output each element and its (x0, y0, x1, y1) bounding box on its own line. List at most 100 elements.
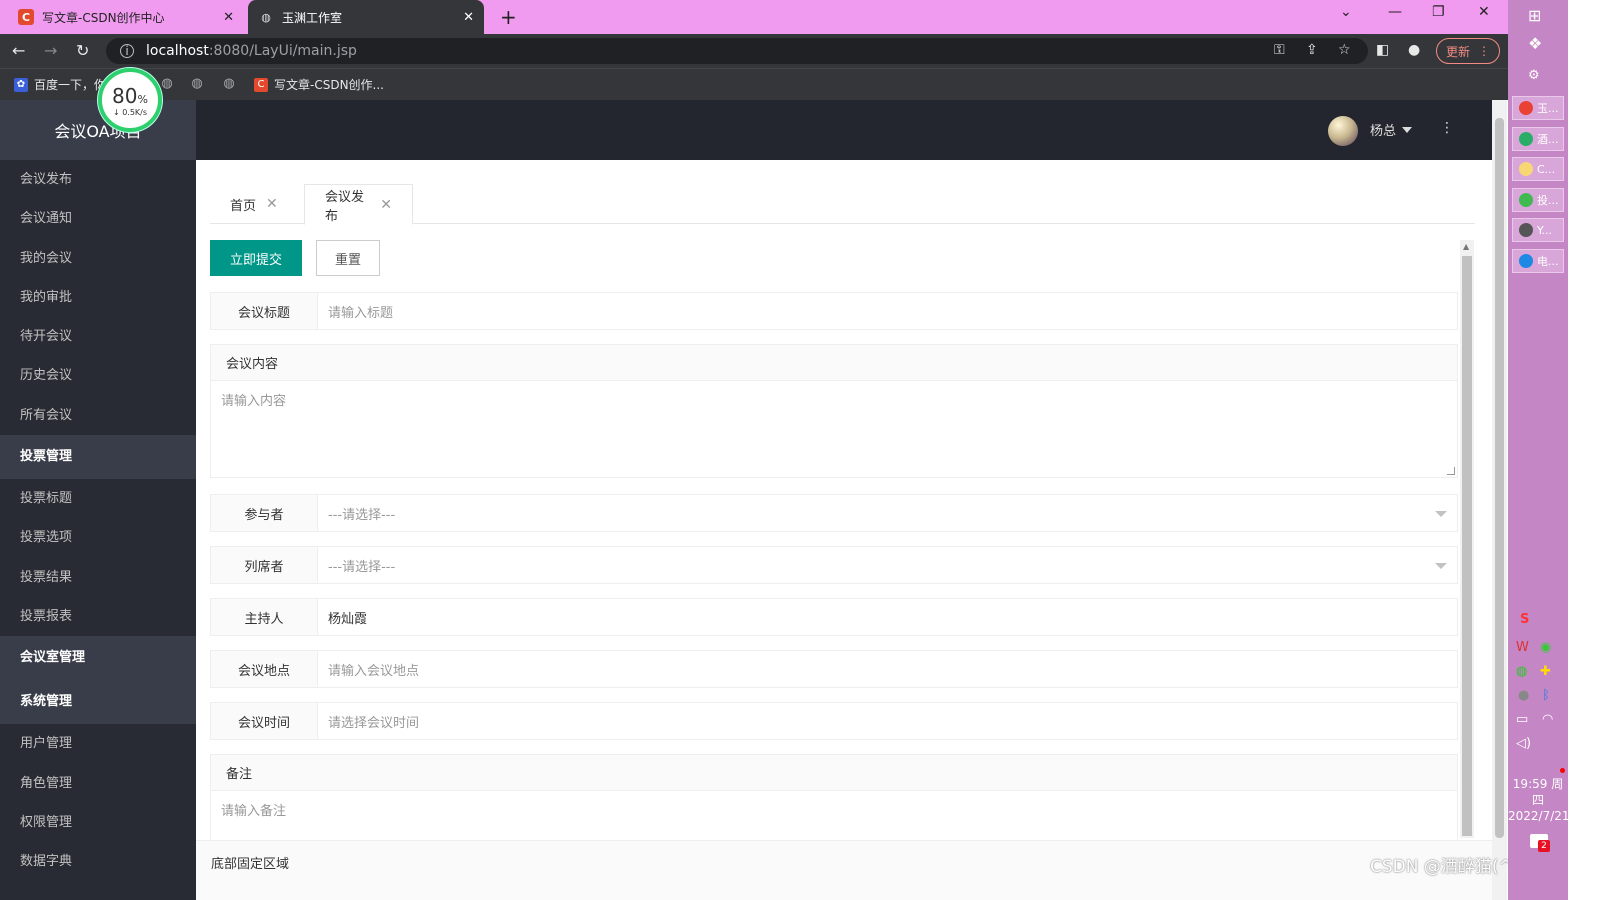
taskbar-task-label: 酒... (1537, 132, 1559, 146)
reset-button[interactable]: 重置 (316, 240, 380, 276)
sidebar-item[interactable]: 系统管理 (0, 680, 196, 725)
sidebar-item[interactable]: 投票结果 (0, 558, 196, 597)
sidebar-item[interactable]: 会议发布 (0, 160, 196, 199)
taskbar-task[interactable]: 电... (1512, 248, 1564, 273)
circle-tray-icon[interactable]: ● (1518, 688, 1529, 703)
title-input[interactable]: 请输入标题 (318, 293, 1457, 329)
close-icon[interactable]: ✕ (463, 10, 474, 25)
time-input[interactable]: 请选择会议时间 (318, 703, 1457, 739)
select-value: ---请选择--- (328, 507, 396, 523)
site-info-icon[interactable]: i (120, 44, 134, 58)
wifi-icon[interactable]: ◠ (1542, 712, 1553, 727)
more-vertical-icon[interactable]: ⋮ (1440, 120, 1454, 136)
meeting-form: 立即提交 重置 会议标题 请输入标题 会议内容 请输入内容 参与者 ---请选择… (210, 240, 1460, 840)
new-tab-plus-icon[interactable]: + (500, 5, 517, 29)
bookmark-star-icon[interactable]: ☆ (1338, 42, 1351, 58)
close-icon[interactable]: ✕ (380, 197, 392, 213)
taskbar-task-label: 玉... (1537, 102, 1559, 115)
bookmark-globe-1[interactable]: ◍ (160, 76, 174, 91)
close-icon[interactable]: ✕ (223, 10, 234, 25)
network-speed-badge[interactable]: 80% ↓ 0.5K/s (98, 68, 162, 132)
sidebar-item[interactable]: 待开会议 (0, 317, 196, 356)
address-bar[interactable]: i localhost:8080/LayUi/main.jsp (106, 38, 1368, 64)
taskbar-task[interactable]: 投... (1512, 187, 1564, 212)
remark-placeholder: 请输入备注 (221, 804, 287, 819)
host-input[interactable]: 杨灿霞 (318, 599, 1457, 635)
sidebar-item[interactable]: 我的会议 (0, 239, 196, 278)
taskview-icon[interactable]: ❖ (1528, 34, 1542, 53)
sidebar-item[interactable]: 我的审批 (0, 278, 196, 317)
taskbar-task[interactable]: Y... (1512, 218, 1564, 242)
tab-home[interactable]: 首页 ✕ (210, 184, 303, 224)
app-tray-icon[interactable]: ◉ (1540, 640, 1551, 655)
page-scrollbar[interactable] (1492, 100, 1507, 900)
sogou-ime-icon[interactable]: S (1520, 612, 1529, 627)
sync-icon[interactable]: ✚ (1540, 664, 1551, 679)
bookmark-globe-2[interactable]: ◍ (190, 76, 204, 91)
scroll-up-arrow-icon[interactable]: ▲ (1463, 242, 1469, 251)
wps-icon[interactable]: W (1516, 640, 1529, 655)
scrollbar-thumb[interactable] (1495, 118, 1504, 838)
system-clock[interactable]: 19:59 周四 2022/7/21 (1508, 776, 1570, 824)
main-content: 首页 ✕ 会议发布 ✕ 立即提交 重置 会议标题 请输入标题 会议内容 请输入内… (196, 160, 1492, 840)
browser-tab-active[interactable]: ◍ 玉渊工作室 ✕ (248, 0, 484, 34)
bookmark-globe-3[interactable]: ◍ (222, 76, 236, 91)
sidebar-item[interactable]: 用户管理 (0, 724, 196, 763)
profile-icon[interactable]: ● (1408, 42, 1420, 58)
share-icon[interactable]: ⇪ (1306, 42, 1318, 58)
footer-text: 底部固定区域 (211, 857, 290, 872)
taskbar-task[interactable]: 玉... (1512, 96, 1564, 120)
participants-select[interactable]: ---请选择--- (318, 495, 1457, 531)
field-label: 会议标题 (211, 293, 318, 329)
chrome-icon (1519, 101, 1533, 115)
back-arrow-icon[interactable]: ← (12, 41, 25, 60)
sidebar-item[interactable]: 所有会议 (0, 396, 196, 435)
browser-tab-csdn[interactable]: C 写文章-CSDN创作中心 ✕ (8, 0, 244, 34)
sidebar-item[interactable]: 投票报表 (0, 597, 196, 636)
sidebar-item[interactable]: 数据字典 (0, 842, 196, 881)
scrollbar-thumb[interactable] (1462, 256, 1472, 836)
key-icon[interactable]: ⚿ (1274, 42, 1285, 58)
forward-arrow-icon[interactable]: → (44, 41, 57, 60)
windows-start-icon[interactable]: ⊞ (1528, 6, 1541, 25)
sidebar-item[interactable]: 会议通知 (0, 199, 196, 238)
user-name: 杨总 (1370, 124, 1397, 139)
bluetooth-icon[interactable]: ᛒ (1542, 688, 1550, 703)
resize-handle-icon[interactable] (1447, 467, 1455, 475)
minimize-icon[interactable]: — (1388, 4, 1402, 20)
sidebar-item[interactable]: 投票标题 (0, 479, 196, 518)
battery-icon[interactable]: ▭ (1516, 712, 1528, 727)
content-textarea[interactable]: 请输入内容 (211, 381, 1457, 477)
volume-icon[interactable]: ◁) (1516, 736, 1531, 751)
update-button[interactable]: 更新 ⋮ (1436, 38, 1500, 64)
iframe-scrollbar[interactable]: ▲ (1460, 240, 1474, 838)
sidebar-item[interactable]: 投票管理 (0, 435, 196, 480)
wechat-icon[interactable]: ◍ (1516, 664, 1527, 679)
side-panel-icon[interactable]: ◧ (1376, 42, 1389, 58)
submit-button[interactable]: 立即提交 (210, 240, 302, 276)
location-input[interactable]: 请输入会议地点 (318, 651, 1457, 687)
browser-toolbar: ← → ↻ i localhost:8080/LayUi/main.jsp ⚿ … (0, 34, 1540, 68)
sidebar-item[interactable]: 角色管理 (0, 764, 196, 803)
taskbar-task[interactable]: C... (1512, 157, 1564, 181)
sidebar-item[interactable]: 历史会议 (0, 356, 196, 395)
user-menu[interactable]: 杨总 (1370, 120, 1413, 139)
tab-label: 会议发布 (325, 189, 365, 224)
tab-meeting-publish[interactable]: 会议发布 ✕ (304, 184, 413, 225)
sidebar-item[interactable]: 权限管理 (0, 803, 196, 842)
restore-icon[interactable]: ❐ (1432, 4, 1445, 20)
gear-icon[interactable]: ⚙ (1528, 68, 1540, 83)
avatar[interactable] (1328, 116, 1358, 146)
sidebar-item[interactable]: 投票选项 (0, 518, 196, 557)
remark-textarea[interactable]: 请输入备注 (211, 791, 1457, 840)
bookmark-baidu[interactable]: ✿ 百度一下，你 (14, 76, 106, 93)
notification-center-icon[interactable]: 2 (1530, 834, 1550, 852)
taskbar-task[interactable]: 酒... (1512, 126, 1564, 151)
sidebar-item[interactable]: 会议室管理 (0, 636, 196, 681)
reload-icon[interactable]: ↻ (76, 41, 89, 60)
attendees-select[interactable]: ---请选择--- (318, 547, 1457, 583)
tab-search-chevron-icon[interactable]: ⌄ (1340, 4, 1352, 20)
window-close-icon[interactable]: ✕ (1478, 4, 1490, 20)
close-icon[interactable]: ✕ (266, 196, 278, 212)
bookmark-csdn[interactable]: C 写文章-CSDN创作... (254, 76, 384, 93)
